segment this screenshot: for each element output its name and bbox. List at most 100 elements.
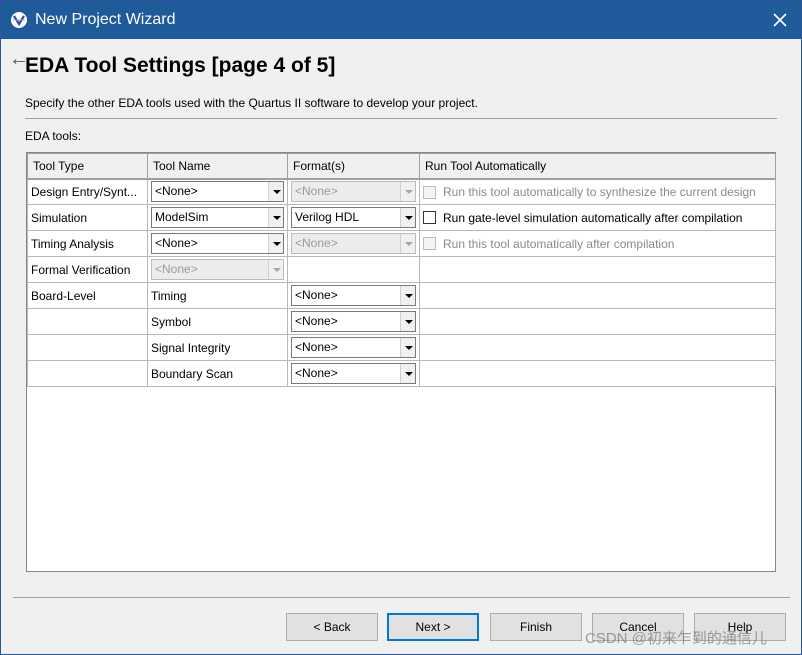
chevron-down-icon bbox=[400, 234, 415, 253]
run-automatically-cell: Run gate-level simulation automatically … bbox=[419, 204, 776, 231]
dropdown-value: <None> bbox=[155, 184, 198, 199]
run-automatically-cell: Run this tool automatically after compil… bbox=[419, 230, 776, 257]
board-level-subtype-cell: Boundary Scan bbox=[147, 360, 288, 387]
quartus-app-icon bbox=[11, 12, 27, 28]
board-level-subtype-cell: Signal Integrity bbox=[147, 334, 288, 361]
tool-name-cell: <None> bbox=[147, 178, 288, 205]
chevron-down-icon[interactable] bbox=[268, 182, 283, 202]
back-button[interactable]: < Back bbox=[286, 613, 378, 641]
dropdown-value: <None> bbox=[295, 340, 338, 354]
dropdown-value: ModelSim bbox=[155, 210, 209, 224]
run-automatically-label: Run this tool automatically after compil… bbox=[443, 236, 675, 251]
tool-name-cell: <None> bbox=[147, 256, 288, 283]
format-dropdown[interactable]: <None> bbox=[291, 363, 416, 384]
dropdown-value: <None> bbox=[155, 262, 198, 276]
table-row: Timing Analysis <None> <None> Run this t… bbox=[27, 230, 776, 257]
chevron-down-icon bbox=[400, 182, 415, 202]
format-dropdown: <None> bbox=[291, 233, 416, 254]
format-dropdown[interactable]: <None> bbox=[291, 311, 416, 332]
format-cell: Verilog HDL bbox=[287, 204, 420, 231]
format-cell bbox=[287, 256, 420, 283]
board-level-subtype-cell: Symbol bbox=[147, 308, 288, 335]
divider bbox=[25, 118, 777, 119]
table-row: Design Entry/Synt... <None> <None> Run t… bbox=[27, 178, 776, 205]
run-automatically-checkbox[interactable] bbox=[423, 211, 436, 225]
eda-tools-table: Tool Type Tool Name Format(s) Run Tool A… bbox=[26, 152, 776, 572]
page-title: EDA Tool Settings [page 4 of 5] bbox=[25, 54, 336, 77]
run-automatically-cell bbox=[419, 360, 776, 387]
table-row: Boundary Scan <None> bbox=[27, 360, 776, 387]
run-automatically-cell bbox=[419, 308, 776, 335]
finish-button[interactable]: Finish bbox=[490, 613, 582, 641]
tool-name-dropdown[interactable]: <None> bbox=[151, 233, 284, 254]
tool-type-cell: Design Entry/Synt... bbox=[27, 178, 148, 205]
footer-divider bbox=[13, 597, 790, 598]
table-header-row: Tool Type Tool Name Format(s) Run Tool A… bbox=[27, 153, 776, 180]
chevron-down-icon[interactable] bbox=[400, 338, 415, 357]
table-row: Signal Integrity <None> bbox=[27, 334, 776, 361]
chevron-down-icon[interactable] bbox=[400, 208, 415, 227]
tool-type-cell: Formal Verification bbox=[27, 256, 148, 283]
tool-type-cell bbox=[27, 334, 148, 361]
format-dropdown[interactable]: Verilog HDL bbox=[291, 207, 416, 228]
dropdown-value: <None> bbox=[295, 366, 338, 380]
format-dropdown[interactable]: <None> bbox=[291, 285, 416, 306]
tool-name-dropdown[interactable]: ModelSim bbox=[151, 207, 284, 228]
tool-type-cell bbox=[27, 360, 148, 387]
csdn-watermark: CSDN @初来乍到的通信儿 bbox=[585, 630, 767, 647]
format-cell: <None> bbox=[287, 230, 420, 257]
tool-name-dropdown: <None> bbox=[151, 259, 284, 280]
dropdown-value: <None> bbox=[295, 184, 338, 199]
table-row: Symbol <None> bbox=[27, 308, 776, 335]
run-automatically-cell bbox=[419, 334, 776, 361]
chevron-down-icon[interactable] bbox=[268, 234, 283, 253]
format-cell: <None> bbox=[287, 282, 420, 309]
column-header-tool-name[interactable]: Tool Name bbox=[147, 153, 288, 180]
column-header-formats[interactable]: Format(s) bbox=[287, 153, 420, 180]
eda-tools-label: EDA tools: bbox=[25, 129, 82, 143]
format-cell: <None> bbox=[287, 334, 420, 361]
chevron-down-icon[interactable] bbox=[400, 312, 415, 331]
run-automatically-label: Run this tool automatically to synthesiz… bbox=[443, 185, 756, 200]
dropdown-value: <None> bbox=[295, 288, 338, 302]
wizard-window: New Project Wizard ← EDA Tool Settings [… bbox=[0, 0, 802, 655]
title-bar: New Project Wizard bbox=[1, 1, 801, 39]
dropdown-value: <None> bbox=[295, 236, 338, 250]
board-level-subtype-cell: Timing bbox=[147, 282, 288, 309]
tool-name-cell: ModelSim bbox=[147, 204, 288, 231]
run-automatically-label[interactable]: Run gate-level simulation automatically … bbox=[443, 211, 742, 225]
tool-type-cell: Timing Analysis bbox=[27, 230, 148, 257]
format-dropdown[interactable]: <None> bbox=[291, 337, 416, 358]
wizard-content: ← EDA Tool Settings [page 4 of 5] Specif… bbox=[1, 39, 801, 654]
format-cell: <None> bbox=[287, 360, 420, 387]
format-cell: <None> bbox=[287, 178, 420, 205]
table-row: Board-Level Timing <None> bbox=[27, 282, 776, 309]
run-automatically-cell bbox=[419, 256, 776, 283]
run-automatically-checkbox bbox=[423, 237, 436, 251]
format-dropdown: <None> bbox=[291, 181, 416, 203]
column-header-tool-type[interactable]: Tool Type bbox=[27, 153, 148, 180]
page-description: Specify the other EDA tools used with th… bbox=[25, 96, 478, 110]
table-row: Simulation ModelSim Verilog HDL Run gate… bbox=[27, 204, 776, 231]
next-button[interactable]: Next > bbox=[387, 613, 479, 641]
tool-name-cell: <None> bbox=[147, 230, 288, 257]
chevron-down-icon[interactable] bbox=[400, 364, 415, 383]
tool-type-cell bbox=[27, 308, 148, 335]
chevron-down-icon[interactable] bbox=[400, 286, 415, 305]
dropdown-value: <None> bbox=[155, 236, 198, 250]
run-automatically-cell bbox=[419, 282, 776, 309]
window-title: New Project Wizard bbox=[35, 11, 176, 28]
column-header-run-automatically[interactable]: Run Tool Automatically bbox=[419, 153, 776, 180]
tool-type-cell: Board-Level bbox=[27, 282, 148, 309]
run-automatically-checkbox bbox=[423, 185, 436, 199]
close-icon[interactable] bbox=[769, 9, 791, 31]
chevron-down-icon bbox=[268, 260, 283, 279]
run-automatically-cell: Run this tool automatically to synthesiz… bbox=[419, 178, 776, 205]
format-cell: <None> bbox=[287, 308, 420, 335]
tool-type-cell: Simulation bbox=[27, 204, 148, 231]
dropdown-value: <None> bbox=[295, 314, 338, 328]
dropdown-value: Verilog HDL bbox=[295, 210, 360, 224]
chevron-down-icon[interactable] bbox=[268, 208, 283, 227]
tool-name-dropdown[interactable]: <None> bbox=[151, 181, 284, 203]
table-row: Formal Verification <None> bbox=[27, 256, 776, 283]
